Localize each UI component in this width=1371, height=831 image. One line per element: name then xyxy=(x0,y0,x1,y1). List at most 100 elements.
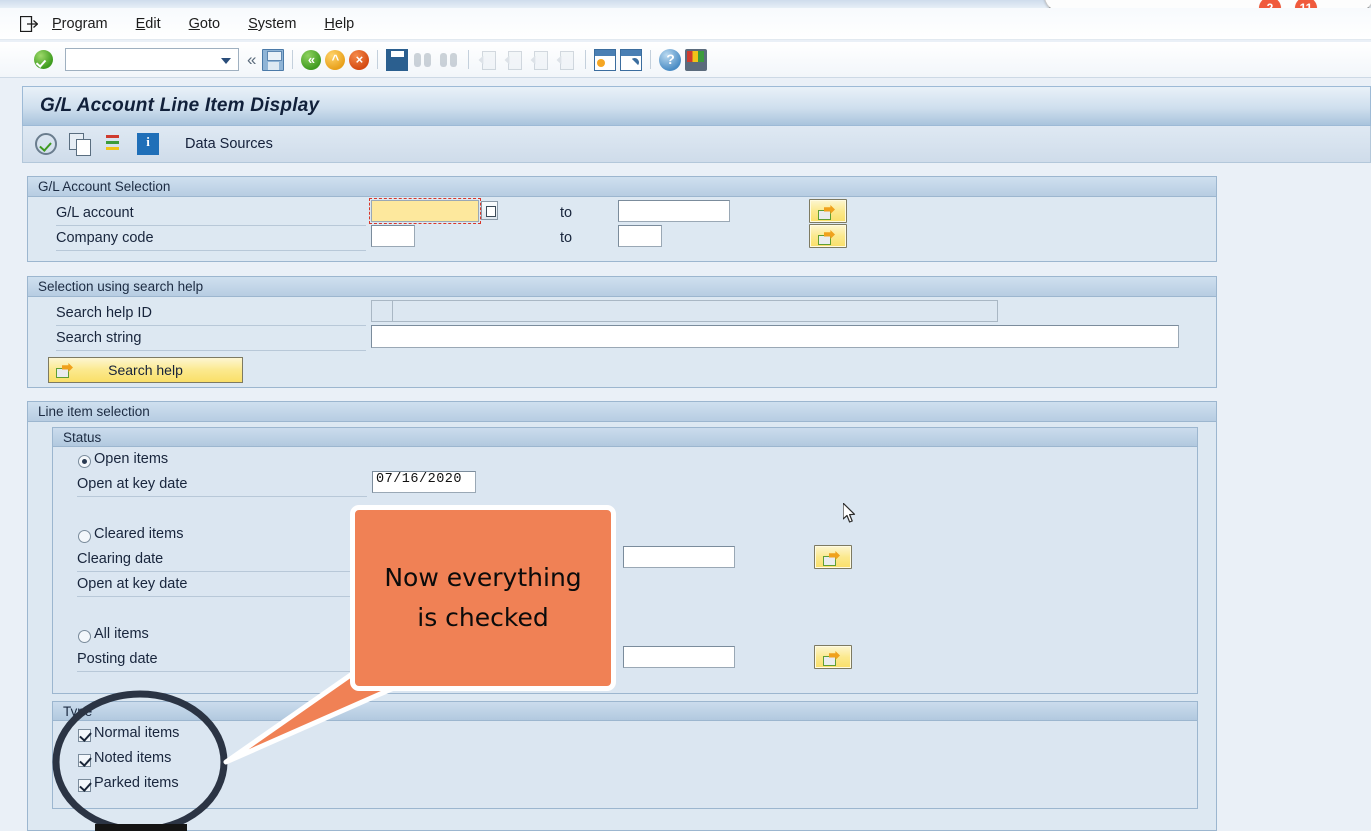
search-string-input[interactable] xyxy=(371,325,1179,348)
last-page-icon xyxy=(555,49,577,71)
posting-date-label: Posting date xyxy=(77,651,158,667)
checkbox-normal-items-label: Normal items xyxy=(94,725,180,741)
print-icon[interactable] xyxy=(386,48,409,71)
company-code-to-input[interactable] xyxy=(618,225,662,247)
multiple-selection-icon[interactable] xyxy=(103,133,125,155)
data-sources-button[interactable]: Data Sources xyxy=(185,136,273,152)
label-underline xyxy=(56,225,366,226)
command-field[interactable] xyxy=(65,48,239,71)
checkbox-parked-items-label: Parked items xyxy=(94,775,179,791)
mouse-pointer-icon xyxy=(842,502,857,523)
execute-icon[interactable] xyxy=(35,133,57,155)
open-at-key-date-label: Open at key date xyxy=(77,476,188,492)
checkbox-parked-items[interactable] xyxy=(78,779,91,792)
create-session-icon[interactable] xyxy=(594,48,617,71)
company-code-label: Company code xyxy=(56,230,154,246)
toolbar-divider xyxy=(650,50,652,69)
exit-yellow-arrow-icon[interactable]: ^ xyxy=(325,49,346,70)
checkbox-noted-items-label: Noted items xyxy=(94,750,172,766)
save-floppy-icon[interactable] xyxy=(262,48,285,71)
company-code-multi-select-button[interactable] xyxy=(809,224,847,248)
toolbar-divider xyxy=(292,50,294,69)
multiple-selection-arrow-icon xyxy=(818,230,840,245)
company-code-to-label: to xyxy=(560,230,573,246)
posting-date-to-input[interactable] xyxy=(623,646,735,668)
multiple-selection-arrow-icon xyxy=(818,205,840,220)
create-shortcut-icon[interactable] xyxy=(620,48,643,71)
callout-line-2: is checked xyxy=(417,603,549,632)
radio-all-items-label: All items xyxy=(94,626,149,642)
double-chevron-left-icon[interactable]: « xyxy=(247,50,256,70)
search-help-id-code-input[interactable] xyxy=(371,300,393,322)
label-underline xyxy=(56,250,366,251)
gl-account-selection-legend: G/L Account Selection xyxy=(28,177,1216,197)
search-help-button[interactable]: Search help xyxy=(48,357,243,383)
label-underline xyxy=(77,596,367,597)
callout-bubble: Now everything is checked xyxy=(350,505,616,691)
radio-cleared-items-label: Cleared items xyxy=(94,526,184,542)
copy-variant-icon[interactable] xyxy=(69,133,91,156)
search-help-id-text-input xyxy=(392,300,998,322)
gl-account-to-label: to xyxy=(560,205,573,221)
gl-account-selection-panel: G/L Account Selection G/L account to Com… xyxy=(27,176,1217,262)
menu-edit[interactable]: Edit xyxy=(136,16,161,32)
posting-date-multi-select-button[interactable] xyxy=(814,645,852,669)
multiple-selection-arrow-icon xyxy=(56,363,78,378)
gl-account-multi-select-button[interactable] xyxy=(809,199,847,223)
clearing-date-to-input[interactable] xyxy=(623,546,735,568)
clearing-date-multi-select-button[interactable] xyxy=(814,545,852,569)
company-code-from-input[interactable] xyxy=(371,225,415,247)
open-at-key-date-input[interactable]: 07/16/2020 xyxy=(372,471,476,493)
exit-icon[interactable] xyxy=(19,15,39,32)
menu-program[interactable]: Program xyxy=(52,16,108,32)
label-underline xyxy=(77,671,367,672)
back-green-arrow-icon[interactable]: « xyxy=(301,49,322,70)
toolbar-divider xyxy=(468,50,470,69)
search-help-selection-panel: Selection using search help Search help … xyxy=(27,276,1217,388)
find-next-binoculars-icon xyxy=(438,49,460,71)
type-legend: Type xyxy=(53,702,1197,721)
next-page-icon xyxy=(529,49,551,71)
search-help-selection-legend: Selection using search help xyxy=(28,277,1216,297)
customize-layout-icon[interactable] xyxy=(685,48,708,71)
search-help-button-label: Search help xyxy=(108,362,183,378)
menu-system[interactable]: System xyxy=(248,16,296,32)
clearing-date-label: Clearing date xyxy=(77,551,164,567)
first-page-icon xyxy=(477,49,499,71)
search-help-id-label: Search help ID xyxy=(56,305,152,321)
application-toolbar: Data Sources xyxy=(22,126,1371,163)
radio-open-items[interactable] xyxy=(78,455,91,468)
status-sub-panel: Status Open items Open at key date 07/16… xyxy=(52,427,1198,694)
label-underline xyxy=(77,496,367,497)
menu-goto[interactable]: Goto xyxy=(189,16,220,32)
label-underline xyxy=(77,571,367,572)
gl-account-label: G/L account xyxy=(56,205,134,221)
cleared-open-at-key-date-label: Open at key date xyxy=(77,576,188,592)
radio-open-items-label: Open items xyxy=(94,451,169,467)
radio-cleared-items[interactable] xyxy=(78,530,91,543)
page-title: G/L Account Line Item Display xyxy=(40,95,320,116)
gl-account-from-input[interactable] xyxy=(371,200,479,222)
page-title-band: G/L Account Line Item Display xyxy=(22,86,1371,126)
help-question-icon[interactable]: ? xyxy=(659,48,682,71)
radio-all-items[interactable] xyxy=(78,630,91,643)
green-check-enter-icon[interactable] xyxy=(34,50,53,69)
cancel-red-x-icon[interactable]: × xyxy=(349,49,370,70)
type-sub-panel: Type Normal items Noted items Parked ite… xyxy=(52,701,1198,809)
callout-text: Now everything is checked xyxy=(384,558,581,638)
gl-account-match-code-button[interactable] xyxy=(481,201,498,220)
menu-help[interactable]: Help xyxy=(324,16,354,32)
info-icon[interactable] xyxy=(137,133,159,155)
label-underline xyxy=(56,350,366,351)
multiple-selection-arrow-icon xyxy=(823,551,845,566)
line-item-selection-panel: Line item selection Status Open items Op… xyxy=(27,401,1217,831)
status-legend: Status xyxy=(53,428,1197,447)
toolbar-divider xyxy=(377,50,379,69)
find-binoculars-icon xyxy=(412,49,434,71)
multiple-selection-arrow-icon xyxy=(823,651,845,666)
callout-line-1: Now everything xyxy=(384,563,582,592)
gl-account-to-input[interactable] xyxy=(618,200,730,222)
checkbox-noted-items[interactable] xyxy=(78,754,91,767)
checkbox-normal-items[interactable] xyxy=(78,729,91,742)
system-toolbar: « « ^ × ? xyxy=(0,42,1371,78)
